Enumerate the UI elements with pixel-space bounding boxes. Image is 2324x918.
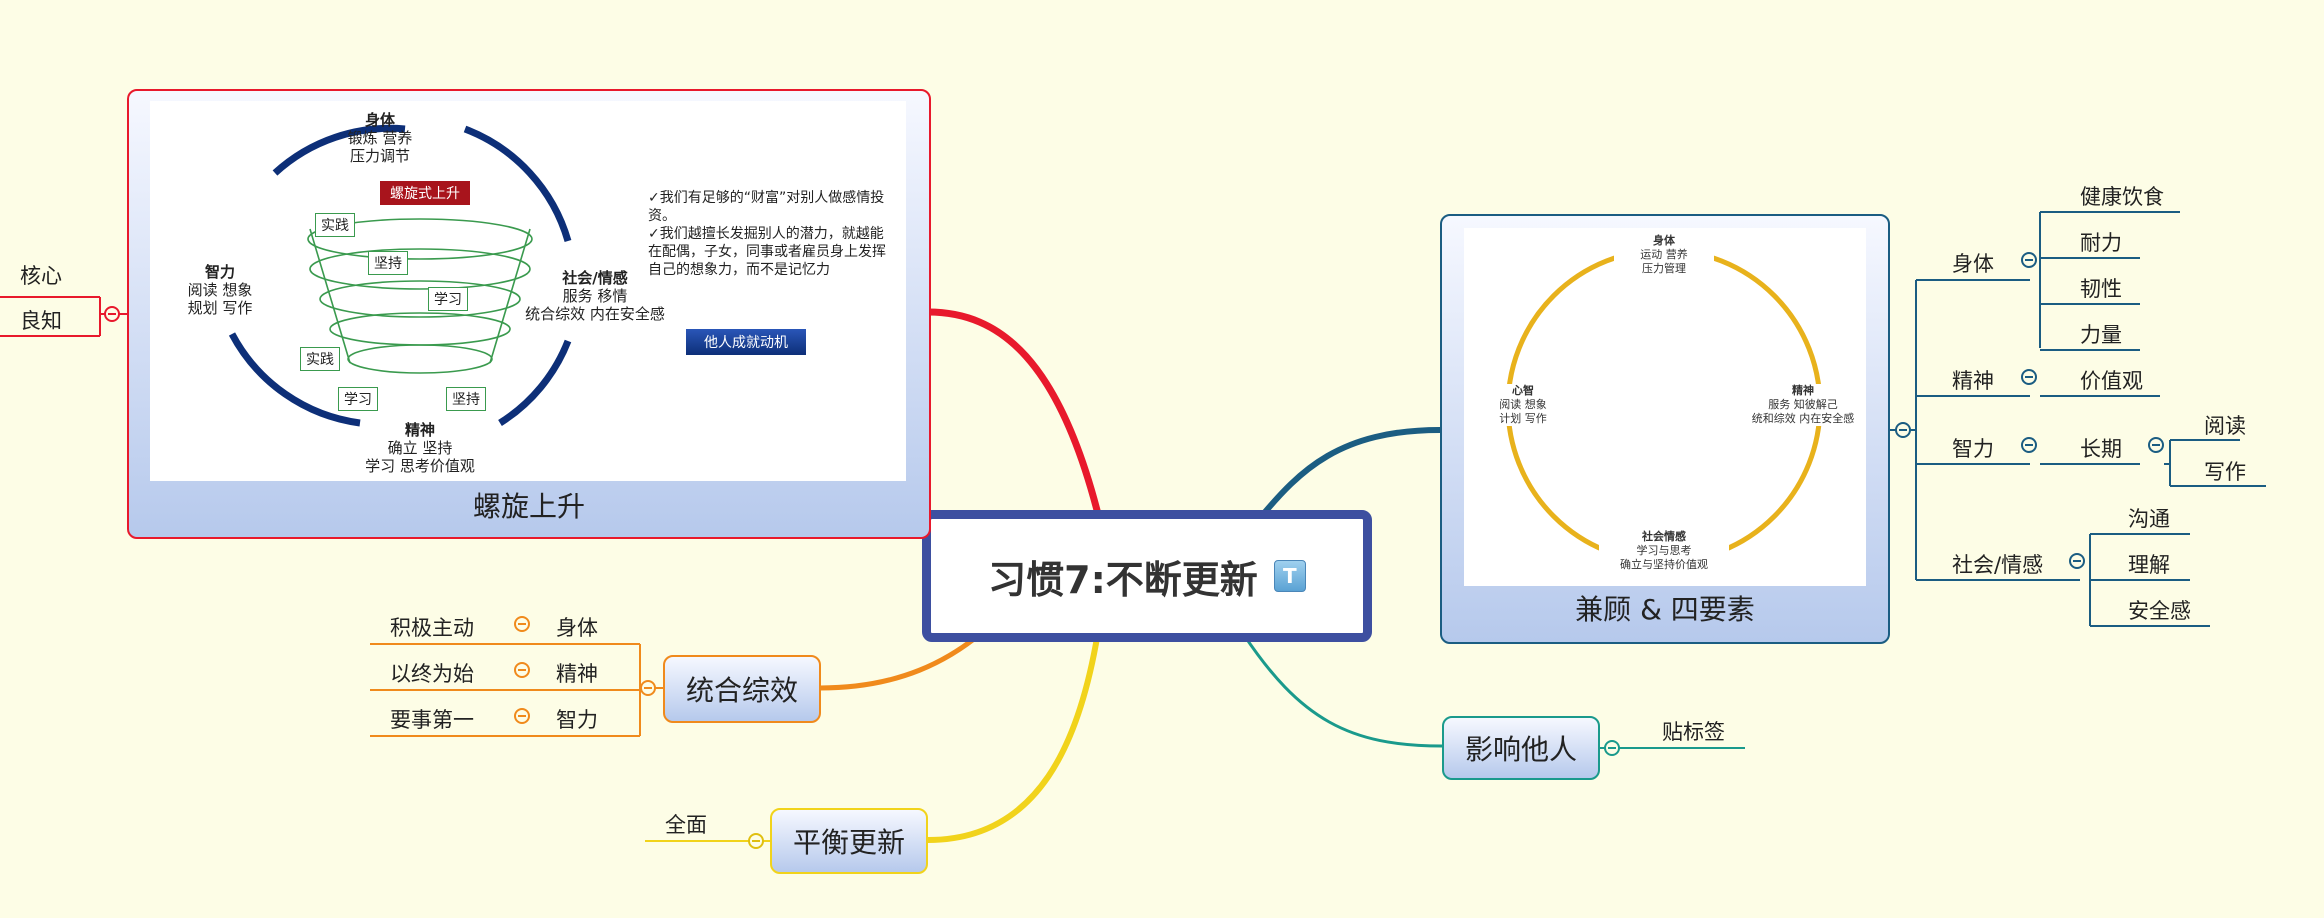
synergy-title: 统合综效	[685, 674, 798, 707]
central-title: 习惯7:不断更新	[988, 557, 1258, 602]
spiral-right-line2: 统合综效 内在安全感	[525, 305, 665, 323]
spiral-top-line2: 压力调节	[349, 147, 410, 165]
collapse-icon[interactable]	[748, 833, 764, 849]
collapse-icon[interactable]	[640, 680, 656, 696]
tree-values[interactable]: 价值观	[2080, 365, 2143, 395]
four-caption: 兼顾 & 四要素	[1575, 593, 1755, 626]
collapse-icon[interactable]	[2069, 553, 2085, 569]
tree-resilience[interactable]: 韧性	[2080, 273, 2122, 303]
branch-line-four	[1257, 427, 1441, 520]
tree-writing[interactable]: 写作	[2204, 456, 2246, 486]
spiral-bottom-title: 精神	[404, 421, 435, 439]
synergy-topic[interactable]: 统合综效	[663, 655, 821, 723]
habit-begin-with-end[interactable]: 以终为始	[390, 658, 474, 688]
four-left-line2: 计划 写作	[1499, 412, 1547, 425]
tree-strength[interactable]: 力量	[2080, 319, 2122, 349]
conscience-label[interactable]: 良知	[20, 305, 62, 335]
habit-proactive[interactable]: 积极主动	[390, 612, 474, 642]
four-left-line1: 阅读 想象	[1499, 398, 1547, 411]
spiral-box-practice-1: 实践	[315, 213, 355, 237]
spiral-blue-button: 他人成就动机	[686, 329, 806, 355]
spiral-left-title: 智力	[204, 263, 235, 281]
spiral-top-line1: 锻炼 营养	[347, 129, 413, 147]
spiral-note-2: ✓我们越擅长发掘别人的潜力，就越能在配偶，子女，同事或者雇员身上发挥自己的想象力…	[648, 226, 886, 278]
spiral-bottom-line1: 确立 坚持	[387, 439, 453, 457]
four-elements-image: 身体 运动 营养 压力管理 心智 阅读 想象 计划 写作 精神 服务 知彼解己 …	[1464, 228, 1866, 586]
spiral-notes: ✓我们有足够的“财富”对别人做感情投资。 ✓我们越擅长发掘别人的潜力，就越能在配…	[648, 189, 890, 279]
aspect-spirit[interactable]: 精神	[556, 658, 598, 688]
spiral-top-title: 身体	[364, 111, 395, 129]
tree-social-emotional[interactable]: 社会/情感	[1952, 549, 2043, 579]
spiral-image: 身体 锻炼 营养 压力调节 智力 阅读 想象 规划 写作 社会/情感 服务 移情…	[150, 101, 906, 481]
four-right-title: 精神	[1792, 384, 1814, 397]
spiral-caption: 螺旋上升	[472, 490, 585, 523]
four-bottom-line2: 确立与坚持价值观	[1620, 558, 1708, 571]
habit-first-things-first[interactable]: 要事第一	[390, 704, 474, 734]
branch-line-spiral	[927, 308, 1104, 523]
spiral-note-1: ✓我们有足够的“财富”对别人做感情投资。	[648, 190, 885, 224]
collapse-icon[interactable]	[104, 306, 120, 322]
balance-topic[interactable]: 平衡更新	[770, 808, 928, 874]
spiral-box-learn-2: 学习	[338, 387, 378, 411]
spiral-left-line2: 规划 写作	[187, 299, 253, 317]
collapse-icon[interactable]	[2021, 369, 2037, 385]
spiral-right-line1: 服务 移情	[562, 287, 628, 305]
tree-reading[interactable]: 阅读	[2204, 410, 2246, 440]
spiral-box-practice-2: 实践	[300, 347, 340, 371]
four-right-line2: 统和综效 内在安全感	[1751, 412, 1855, 425]
spiral-right-title: 社会/情感	[562, 269, 628, 287]
spiral-left-line1: 阅读 想象	[187, 281, 253, 299]
spiral-bottom-line2: 学习 思考价值观	[365, 457, 475, 475]
collapse-icon[interactable]	[1604, 740, 1620, 756]
topic-t-badge-icon: T	[1273, 560, 1306, 592]
collapse-icon[interactable]	[2021, 252, 2037, 268]
tree-endurance[interactable]: 耐力	[2080, 227, 2122, 257]
collapse-icon[interactable]	[514, 708, 530, 724]
tree-spirit[interactable]: 精神	[1952, 365, 1994, 395]
collapse-icon[interactable]	[1895, 422, 1911, 438]
tree-understanding[interactable]: 理解	[2128, 549, 2170, 579]
tree-communication[interactable]: 沟通	[2128, 503, 2170, 533]
influence-title: 影响他人	[1464, 733, 1577, 766]
spiral-red-box: 螺旋式上升	[380, 181, 470, 205]
comprehensive-label[interactable]: 全面	[665, 809, 707, 839]
collapse-icon[interactable]	[2021, 437, 2037, 453]
spiral-box-persist-1: 坚持	[368, 251, 408, 275]
branch-line-balance	[927, 631, 1101, 843]
four-bottom-title: 社会情感	[1642, 530, 1686, 543]
spiral-box-learn-1: 学习	[428, 287, 468, 311]
core-label[interactable]: 核心	[20, 260, 62, 290]
spiral-box-persist-2: 坚持	[446, 387, 486, 411]
tree-security[interactable]: 安全感	[2128, 595, 2191, 625]
tree-body[interactable]: 身体	[1952, 248, 1994, 278]
tree-healthy-diet[interactable]: 健康饮食	[2080, 181, 2164, 211]
tree-intellect[interactable]: 智力	[1952, 433, 1994, 463]
four-top-line2: 压力管理	[1642, 262, 1686, 275]
central-topic[interactable]: 习惯7:不断更新 T	[922, 510, 1372, 642]
collapse-icon[interactable]	[514, 616, 530, 632]
tree-long-term[interactable]: 长期	[2080, 433, 2122, 463]
four-right-line1: 服务 知彼解己	[1768, 398, 1838, 411]
four-top-line1: 运动 营养	[1640, 248, 1688, 261]
four-left-title: 心智	[1512, 384, 1534, 397]
aspect-body[interactable]: 身体	[556, 612, 598, 642]
collapse-icon[interactable]	[514, 662, 530, 678]
labeling-label[interactable]: 贴标签	[1662, 716, 1725, 746]
collapse-icon[interactable]	[2148, 437, 2164, 453]
influence-topic[interactable]: 影响他人	[1442, 716, 1600, 780]
aspect-intellect[interactable]: 智力	[556, 704, 598, 734]
balance-title: 平衡更新	[792, 826, 905, 859]
four-top-title: 身体	[1653, 234, 1675, 247]
four-bottom-line1: 学习与思考	[1636, 544, 1692, 557]
branch-line-influence	[1240, 631, 1443, 748]
